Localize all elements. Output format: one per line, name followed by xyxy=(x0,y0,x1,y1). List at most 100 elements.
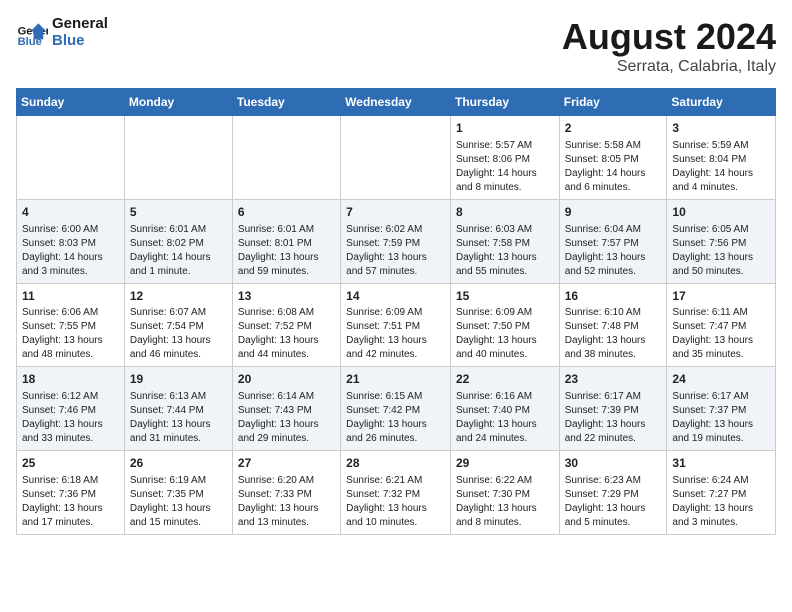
calendar-cell: 27 Sunrise: 6:20 AM Sunset: 7:33 PM Dayli… xyxy=(232,451,340,535)
day-number: 30 xyxy=(565,455,662,472)
day-number: 15 xyxy=(456,288,554,305)
day-info: Sunrise: 6:08 AM Sunset: 7:52 PM Dayligh… xyxy=(238,306,335,362)
day-number: 17 xyxy=(672,288,770,305)
day-info: Sunrise: 6:04 AM Sunset: 7:57 PM Dayligh… xyxy=(565,223,662,279)
day-info: Sunrise: 6:20 AM Sunset: 7:33 PM Dayligh… xyxy=(238,474,335,530)
calendar-cell xyxy=(17,116,125,200)
logo-icon: General Blue xyxy=(16,17,48,49)
calendar-cell: 15Sunrise: 6:09 AM Sunset: 7:50 PM Dayli… xyxy=(450,283,559,367)
day-number: 9 xyxy=(565,204,662,221)
day-info: Sunrise: 6:09 AM Sunset: 7:51 PM Dayligh… xyxy=(346,306,445,362)
page-header: General Blue General Blue August 2024 Se… xyxy=(16,16,776,76)
logo-line1: General xyxy=(52,16,108,33)
day-info: Sunrise: 6:01 AM Sunset: 8:02 PM Dayligh… xyxy=(130,223,227,279)
calendar-cell: 2 Sunrise: 5:58 AM Sunset: 8:05 PM Daylig… xyxy=(559,116,667,200)
weekday-header-friday: Friday xyxy=(559,89,667,116)
day-number: 1 xyxy=(456,120,554,137)
day-info: Sunrise: 6:23 AM Sunset: 7:29 PM Dayligh… xyxy=(565,474,662,530)
title-block: August 2024 Serrata, Calabria, Italy xyxy=(562,16,776,76)
calendar-cell: 25 Sunrise: 6:18 AM Sunset: 7:36 PM Dayli… xyxy=(17,451,125,535)
day-number: 13 xyxy=(238,288,335,305)
calendar-cell: 11Sunrise: 6:06 AM Sunset: 7:55 PM Dayli… xyxy=(17,283,125,367)
day-info: Sunrise: 6:13 AM Sunset: 7:44 PM Dayligh… xyxy=(130,390,227,446)
day-number: 3 xyxy=(672,120,770,137)
calendar-cell xyxy=(124,116,232,200)
calendar-cell: 1Sunrise: 5:57 AM Sunset: 8:06 PM Daylig… xyxy=(450,116,559,200)
logo: General Blue General Blue xyxy=(16,16,108,49)
calendar-cell xyxy=(232,116,340,200)
calendar-cell: 17Sunrise: 6:11 AM Sunset: 7:47 PM Dayli… xyxy=(667,283,776,367)
day-info: Sunrise: 6:17 AM Sunset: 7:37 PM Dayligh… xyxy=(672,390,770,446)
day-number: 23 xyxy=(565,371,662,388)
day-info: Sunrise: 6:06 AM Sunset: 7:55 PM Dayligh… xyxy=(22,306,119,362)
calendar-cell: 6Sunrise: 6:01 AM Sunset: 8:01 PM Daylig… xyxy=(232,199,340,283)
calendar-cell: 26 Sunrise: 6:19 AM Sunset: 7:35 PM Dayli… xyxy=(124,451,232,535)
location: Serrata, Calabria, Italy xyxy=(562,58,776,76)
weekday-header-thursday: Thursday xyxy=(450,89,559,116)
month-year: August 2024 xyxy=(562,16,776,58)
calendar-cell: 12Sunrise: 6:07 AM Sunset: 7:54 PM Dayli… xyxy=(124,283,232,367)
day-number: 7 xyxy=(346,204,445,221)
day-info: Sunrise: 6:00 AM Sunset: 8:03 PM Dayligh… xyxy=(22,223,119,279)
day-info: Sunrise: 6:16 AM Sunset: 7:40 PM Dayligh… xyxy=(456,390,554,446)
day-number: 4 xyxy=(22,204,119,221)
day-info: Sunrise: 6:18 AM Sunset: 7:36 PM Dayligh… xyxy=(22,474,119,530)
day-number: 16 xyxy=(565,288,662,305)
day-number: 6 xyxy=(238,204,335,221)
day-info: Sunrise: 6:21 AM Sunset: 7:32 PM Dayligh… xyxy=(346,474,445,530)
calendar-cell: 5 Sunrise: 6:01 AM Sunset: 8:02 PM Daylig… xyxy=(124,199,232,283)
day-info: Sunrise: 6:07 AM Sunset: 7:54 PM Dayligh… xyxy=(130,306,227,362)
calendar-cell: 31Sunrise: 6:24 AM Sunset: 7:27 PM Dayli… xyxy=(667,451,776,535)
day-info: Sunrise: 5:59 AM Sunset: 8:04 PM Dayligh… xyxy=(672,139,770,195)
day-info: Sunrise: 6:10 AM Sunset: 7:48 PM Dayligh… xyxy=(565,306,662,362)
weekday-header-tuesday: Tuesday xyxy=(232,89,340,116)
day-info: Sunrise: 6:12 AM Sunset: 7:46 PM Dayligh… xyxy=(22,390,119,446)
day-number: 5 xyxy=(130,204,227,221)
calendar-table: SundayMondayTuesdayWednesdayThursdayFrid… xyxy=(16,88,776,535)
calendar-cell: 18 Sunrise: 6:12 AM Sunset: 7:46 PM Dayli… xyxy=(17,367,125,451)
calendar-cell: 24Sunrise: 6:17 AM Sunset: 7:37 PM Dayli… xyxy=(667,367,776,451)
calendar-cell: 29Sunrise: 6:22 AM Sunset: 7:30 PM Dayli… xyxy=(450,451,559,535)
day-number: 19 xyxy=(130,371,227,388)
day-info: Sunrise: 6:19 AM Sunset: 7:35 PM Dayligh… xyxy=(130,474,227,530)
weekday-header-wednesday: Wednesday xyxy=(341,89,451,116)
weekday-header-monday: Monday xyxy=(124,89,232,116)
weekday-header-sunday: Sunday xyxy=(17,89,125,116)
day-info: Sunrise: 6:02 AM Sunset: 7:59 PM Dayligh… xyxy=(346,223,445,279)
day-number: 22 xyxy=(456,371,554,388)
weekday-header-saturday: Saturday xyxy=(667,89,776,116)
day-number: 8 xyxy=(456,204,554,221)
day-info: Sunrise: 6:11 AM Sunset: 7:47 PM Dayligh… xyxy=(672,306,770,362)
day-number: 28 xyxy=(346,455,445,472)
calendar-cell: 21 Sunrise: 6:15 AM Sunset: 7:42 PM Dayli… xyxy=(341,367,451,451)
calendar-cell: 23 Sunrise: 6:17 AM Sunset: 7:39 PM Dayli… xyxy=(559,367,667,451)
day-info: Sunrise: 6:22 AM Sunset: 7:30 PM Dayligh… xyxy=(456,474,554,530)
calendar-cell: 28 Sunrise: 6:21 AM Sunset: 7:32 PM Dayli… xyxy=(341,451,451,535)
day-info: Sunrise: 6:05 AM Sunset: 7:56 PM Dayligh… xyxy=(672,223,770,279)
calendar-cell: 7 Sunrise: 6:02 AM Sunset: 7:59 PM Daylig… xyxy=(341,199,451,283)
calendar-cell: 16Sunrise: 6:10 AM Sunset: 7:48 PM Dayli… xyxy=(559,283,667,367)
calendar-cell: 22 Sunrise: 6:16 AM Sunset: 7:40 PM Dayli… xyxy=(450,367,559,451)
day-info: Sunrise: 6:24 AM Sunset: 7:27 PM Dayligh… xyxy=(672,474,770,530)
day-info: Sunrise: 6:09 AM Sunset: 7:50 PM Dayligh… xyxy=(456,306,554,362)
day-info: Sunrise: 6:15 AM Sunset: 7:42 PM Dayligh… xyxy=(346,390,445,446)
calendar-cell: 10 Sunrise: 6:05 AM Sunset: 7:56 PM Dayli… xyxy=(667,199,776,283)
day-number: 21 xyxy=(346,371,445,388)
day-number: 26 xyxy=(130,455,227,472)
day-number: 11 xyxy=(22,288,119,305)
day-number: 2 xyxy=(565,120,662,137)
calendar-cell: 13Sunrise: 6:08 AM Sunset: 7:52 PM Dayli… xyxy=(232,283,340,367)
day-info: Sunrise: 5:58 AM Sunset: 8:05 PM Dayligh… xyxy=(565,139,662,195)
day-number: 25 xyxy=(22,455,119,472)
day-number: 18 xyxy=(22,371,119,388)
calendar-cell: 4 Sunrise: 6:00 AM Sunset: 8:03 PM Daylig… xyxy=(17,199,125,283)
calendar-cell: 14Sunrise: 6:09 AM Sunset: 7:51 PM Dayli… xyxy=(341,283,451,367)
logo-line2: Blue xyxy=(52,33,108,50)
day-number: 27 xyxy=(238,455,335,472)
calendar-cell: 19 Sunrise: 6:13 AM Sunset: 7:44 PM Dayli… xyxy=(124,367,232,451)
day-number: 20 xyxy=(238,371,335,388)
calendar-cell: 20Sunrise: 6:14 AM Sunset: 7:43 PM Dayli… xyxy=(232,367,340,451)
day-info: Sunrise: 6:17 AM Sunset: 7:39 PM Dayligh… xyxy=(565,390,662,446)
calendar-cell: 9 Sunrise: 6:04 AM Sunset: 7:57 PM Daylig… xyxy=(559,199,667,283)
day-number: 10 xyxy=(672,204,770,221)
